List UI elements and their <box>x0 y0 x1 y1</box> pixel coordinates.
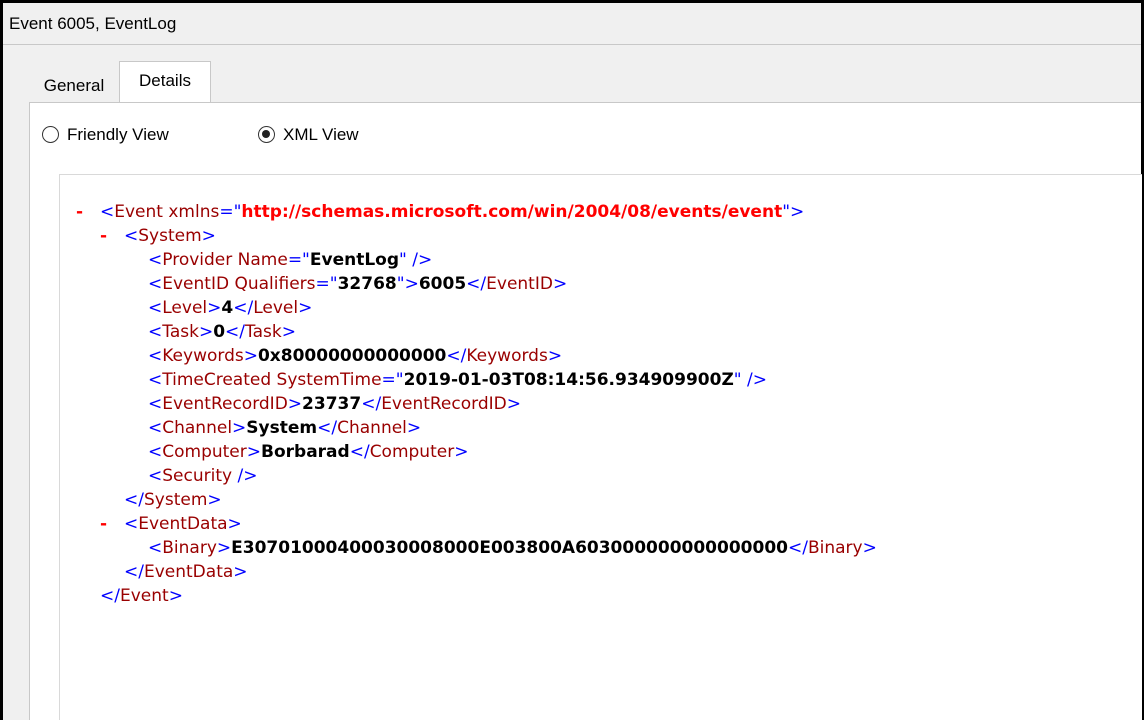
eventid-close-tag: EventID <box>486 274 553 294</box>
xml-view-radio[interactable]: XML View <box>258 125 359 145</box>
xml-line-system-open: - <System> <box>100 224 216 248</box>
xml-line-timecreated: <TimeCreated SystemTime="2019-01-03T08:1… <box>148 370 767 390</box>
window-title: Event 6005, EventLog <box>3 3 1141 45</box>
binary-value: E30701000400030008000E003800A60300000000… <box>231 538 788 558</box>
security-tag: Security <box>162 466 233 486</box>
timecreated-tag: TimeCreated <box>162 370 272 390</box>
keywords-close-tag: Keywords <box>466 346 548 366</box>
binary-close-tag: Binary <box>807 538 863 558</box>
xml-line-task: <Task>0</Task> <box>148 322 296 342</box>
eventdata-close-tag: EventData <box>143 562 234 582</box>
keywords-tag: Keywords <box>162 346 244 366</box>
friendly-view-radio[interactable]: Friendly View <box>42 125 169 145</box>
recordid-value: 23737 <box>302 394 362 414</box>
event-tag: Event <box>114 202 163 222</box>
xml-line-keywords: <Keywords>0x80000000000000</Keywords> <box>148 346 563 366</box>
eventid-value: 6005 <box>418 274 467 294</box>
eventdata-tag: EventData <box>138 514 228 534</box>
provider-tag: Provider <box>162 250 233 270</box>
xml-line-eventid: <EventID Qualifiers="32768">6005</EventI… <box>148 274 568 294</box>
level-value: 4 <box>221 298 234 318</box>
xml-line-channel: <Channel>System</Channel> <box>148 418 422 438</box>
system-tag: System <box>138 226 202 246</box>
xml-view-pane[interactable]: - <Event xmlns="http://schemas.microsoft.… <box>59 174 1142 720</box>
xml-line-eventdata-close: </EventData> <box>124 562 248 582</box>
radio-checked-icon <box>258 126 275 143</box>
channel-value: System <box>246 418 318 438</box>
details-panel: Friendly View XML View - <Event xmlns="ht… <box>29 102 1142 720</box>
xml-line-event-open: - <Event xmlns="http://schemas.microsoft.… <box>76 200 805 224</box>
xml-line-system-close: </System> <box>124 490 222 510</box>
xml-line-event-close: </Event> <box>100 586 183 606</box>
xml-line-level: <Level>4</Level> <box>148 298 313 318</box>
computer-value: Borbarad <box>261 442 350 462</box>
eventid-qualifiers: 32768 <box>337 274 397 294</box>
tab-general[interactable]: General <box>29 67 119 103</box>
xml-line-provider: <Provider Name="EventLog" /> <box>148 250 433 270</box>
level-close-tag: Level <box>253 298 299 318</box>
task-tag: Task <box>162 322 199 342</box>
timecreated-attr: SystemTime <box>276 370 382 390</box>
xml-line-security: <Security /> <box>148 466 258 486</box>
collapse-system-toggle[interactable]: - <box>100 224 124 248</box>
xml-line-computer: <Computer>Borbarad</Computer> <box>148 442 469 462</box>
channel-close-tag: Channel <box>337 418 407 438</box>
xmlns-value: http://schemas.microsoft.com/win/2004/08… <box>241 202 783 222</box>
system-close-tag: System <box>143 490 208 510</box>
eventid-attr: Qualifiers <box>234 274 316 294</box>
computer-close-tag: Computer <box>369 442 455 462</box>
xml-line-eventdata-open: - <EventData> <box>100 512 242 536</box>
event-close-tag: Event <box>119 586 169 606</box>
collapse-eventdata-toggle[interactable]: - <box>100 512 124 536</box>
xmlns-attr: xmlns <box>168 202 220 222</box>
xml-line-recordid: <EventRecordID>23737</EventRecordID> <box>148 394 521 414</box>
keywords-value: 0x80000000000000 <box>257 346 447 366</box>
friendly-view-label: Friendly View <box>67 125 169 144</box>
recordid-close-tag: EventRecordID <box>381 394 507 414</box>
tab-details[interactable]: Details <box>119 61 211 103</box>
timecreated-value: 2019-01-03T08:14:56.934909900Z <box>403 370 734 390</box>
task-close-tag: Task <box>245 322 282 342</box>
radio-unchecked-icon <box>42 126 59 143</box>
binary-tag: Binary <box>162 538 217 558</box>
eventid-tag: EventID <box>162 274 230 294</box>
provider-value: EventLog <box>309 250 400 270</box>
provider-attr: Name <box>237 250 288 270</box>
channel-tag: Channel <box>162 418 233 438</box>
collapse-event-toggle[interactable]: - <box>76 200 100 224</box>
recordid-tag: EventRecordID <box>162 394 288 414</box>
event-properties-window: Event 6005, EventLog General Details Fri… <box>0 0 1144 720</box>
xml-line-binary: <Binary>E30701000400030008000E003800A603… <box>148 538 877 558</box>
task-value: 0 <box>213 322 226 342</box>
computer-tag: Computer <box>162 442 247 462</box>
level-tag: Level <box>162 298 208 318</box>
xml-view-label: XML View <box>283 125 359 144</box>
